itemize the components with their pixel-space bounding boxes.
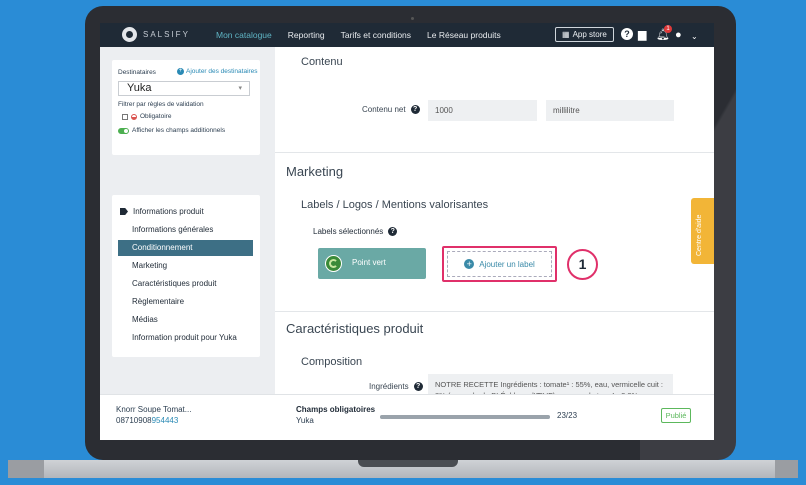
completion-progress-bar [380, 415, 550, 419]
destinataire-selected-value: Yuka [127, 82, 152, 94]
product-code-prefix: 08710908 [116, 416, 152, 425]
help-icon[interactable]: ? [413, 382, 423, 392]
chat-icon[interactable]: ▆ [638, 28, 646, 42]
labels-subsection-title: Labels / Logos / Mentions valorisantes [301, 199, 489, 211]
additional-fields-toggle-row[interactable]: Afficher les champs additionnels [118, 127, 225, 134]
ingredients-label-text: Ingrédients [369, 382, 409, 391]
label-card-point-vert[interactable]: Point vert [318, 248, 426, 279]
add-label-button[interactable]: + Ajouter un label [447, 251, 552, 277]
contenu-net-unit-field[interactable]: millilitre [546, 100, 674, 121]
required-status-icon [131, 113, 137, 120]
plus-icon: + [177, 68, 184, 75]
main-content: Contenu Contenu net? 1000 millilitre Mar… [275, 47, 714, 394]
add-label-text: Ajouter un label [479, 259, 535, 269]
status-badge[interactable]: Publié [661, 408, 691, 423]
contenu-section-title: Contenu [301, 56, 343, 68]
labels-selected-label: Labels sélectionnés? [313, 227, 398, 237]
sidebar-item-informations-generales[interactable]: Informations générales [118, 222, 253, 238]
sidebar-item-conditionnement[interactable]: Conditionnement [118, 240, 253, 256]
info-panel-header: Informations produit [120, 207, 204, 216]
plus-icon: + [464, 259, 475, 269]
nav-mon-catalogue[interactable]: Mon catalogue [216, 30, 272, 40]
nav-tarifs[interactable]: Tarifs et conditions [341, 30, 411, 40]
app-store-label: App store [572, 30, 607, 39]
main-nav: Mon catalogue Reporting Tarifs et condit… [216, 23, 501, 47]
brand-name: SALSIFY [143, 30, 190, 39]
sidebar-item-reglementaire[interactable]: Règlementaire [118, 294, 253, 310]
app-store-button[interactable]: ▦ App store [555, 27, 614, 42]
user-icon[interactable]: ● [675, 28, 682, 42]
label-card-text: Point vert [352, 258, 386, 267]
brand-logo[interactable]: SALSIFY [122, 27, 190, 42]
obligatoire-filter[interactable]: Obligatoire [122, 113, 171, 120]
contenu-net-label: Contenu net? [362, 105, 420, 115]
point-vert-logo-icon [325, 255, 342, 272]
destinataires-panel: Destinataires + Ajouter des destinataire… [112, 60, 260, 155]
obligatoire-label: Obligatoire [140, 113, 172, 120]
product-info-nav: Informations produit Informations généra… [112, 195, 260, 357]
filter-label: Filtrer par règles de validation [118, 101, 204, 108]
notification-badge: 1 [664, 25, 672, 33]
additional-fields-toggle[interactable] [118, 127, 129, 134]
step-marker: 1 [567, 249, 598, 280]
product-footer: Knorr Soupe Tomat... 08710908954443 Cham… [100, 394, 714, 440]
ingredients-textarea[interactable]: NOTRE RECETTE Ingrédients : tomate¹ : 55… [428, 374, 673, 394]
nav-reporting[interactable]: Reporting [288, 30, 325, 40]
destinataire-select[interactable]: Yuka ▾ [118, 81, 250, 96]
nav-reseau-produits[interactable]: Le Réseau produits [427, 30, 501, 40]
contenu-net-text: Contenu net [362, 105, 406, 114]
laptop-camera [411, 17, 414, 20]
completion-count: 23/23 [557, 411, 578, 420]
laptop-base-left [8, 460, 44, 478]
champs-obligatoires-title: Champs obligatoires [296, 405, 376, 414]
add-destinataires-link[interactable]: + Ajouter des destinataires [177, 68, 258, 75]
additional-fields-label: Afficher les champs additionnels [132, 127, 226, 134]
add-destinataires-label: Ajouter des destinataires [186, 68, 258, 75]
help-center-label: Centre d'aide [696, 214, 703, 256]
help-icon[interactable]: ? [410, 105, 420, 115]
laptop-base-right [775, 460, 798, 478]
contenu-net-value-field[interactable]: 1000 [428, 100, 537, 121]
sidebar-item-marketing[interactable]: Marketing [118, 258, 253, 274]
completion-progress-fill [380, 415, 550, 419]
salsify-logo-icon [122, 27, 137, 42]
add-label-highlight: + Ajouter un label [442, 246, 557, 282]
sidebar-item-caracteristiques[interactable]: Caractéristiques produit [118, 276, 253, 292]
destinataires-title: Destinataires [118, 69, 156, 76]
help-icon[interactable]: ? [621, 28, 633, 40]
sidebar-item-yuka[interactable]: Information produit pour Yuka [118, 330, 253, 346]
obligatoire-checkbox[interactable] [122, 113, 128, 120]
product-name[interactable]: Knorr Soupe Tomat... [116, 405, 191, 414]
help-center-tab[interactable]: Centre d'aide [691, 198, 714, 264]
ingredients-label: Ingrédients? [369, 382, 423, 392]
composition-subsection-title: Composition [301, 356, 363, 368]
chevron-down-icon: ▾ [238, 85, 242, 92]
info-panel-title: Informations produit [133, 207, 204, 216]
caracteristiques-section-title: Caractéristiques produit [286, 321, 424, 336]
tag-icon [120, 208, 128, 215]
help-icon[interactable]: ? [388, 227, 398, 237]
labels-selected-text: Labels sélectionnés [313, 227, 384, 236]
marketing-section-title: Marketing [286, 164, 344, 179]
grid-icon: ▦ [562, 30, 570, 39]
section-divider [275, 152, 714, 153]
laptop-notch [358, 460, 458, 467]
top-navbar: SALSIFY Mon catalogue Reporting Tarifs e… [100, 23, 714, 47]
chevron-down-icon[interactable]: ⌄ [691, 30, 698, 44]
app-screen: SALSIFY Mon catalogue Reporting Tarifs e… [100, 23, 714, 440]
champs-obligatoires-destinataire: Yuka [296, 416, 314, 425]
sidebar-item-medias[interactable]: Médias [118, 312, 253, 328]
section-divider [275, 311, 714, 312]
product-code: 08710908954443 [116, 416, 178, 425]
product-code-highlight: 954443 [151, 416, 179, 425]
